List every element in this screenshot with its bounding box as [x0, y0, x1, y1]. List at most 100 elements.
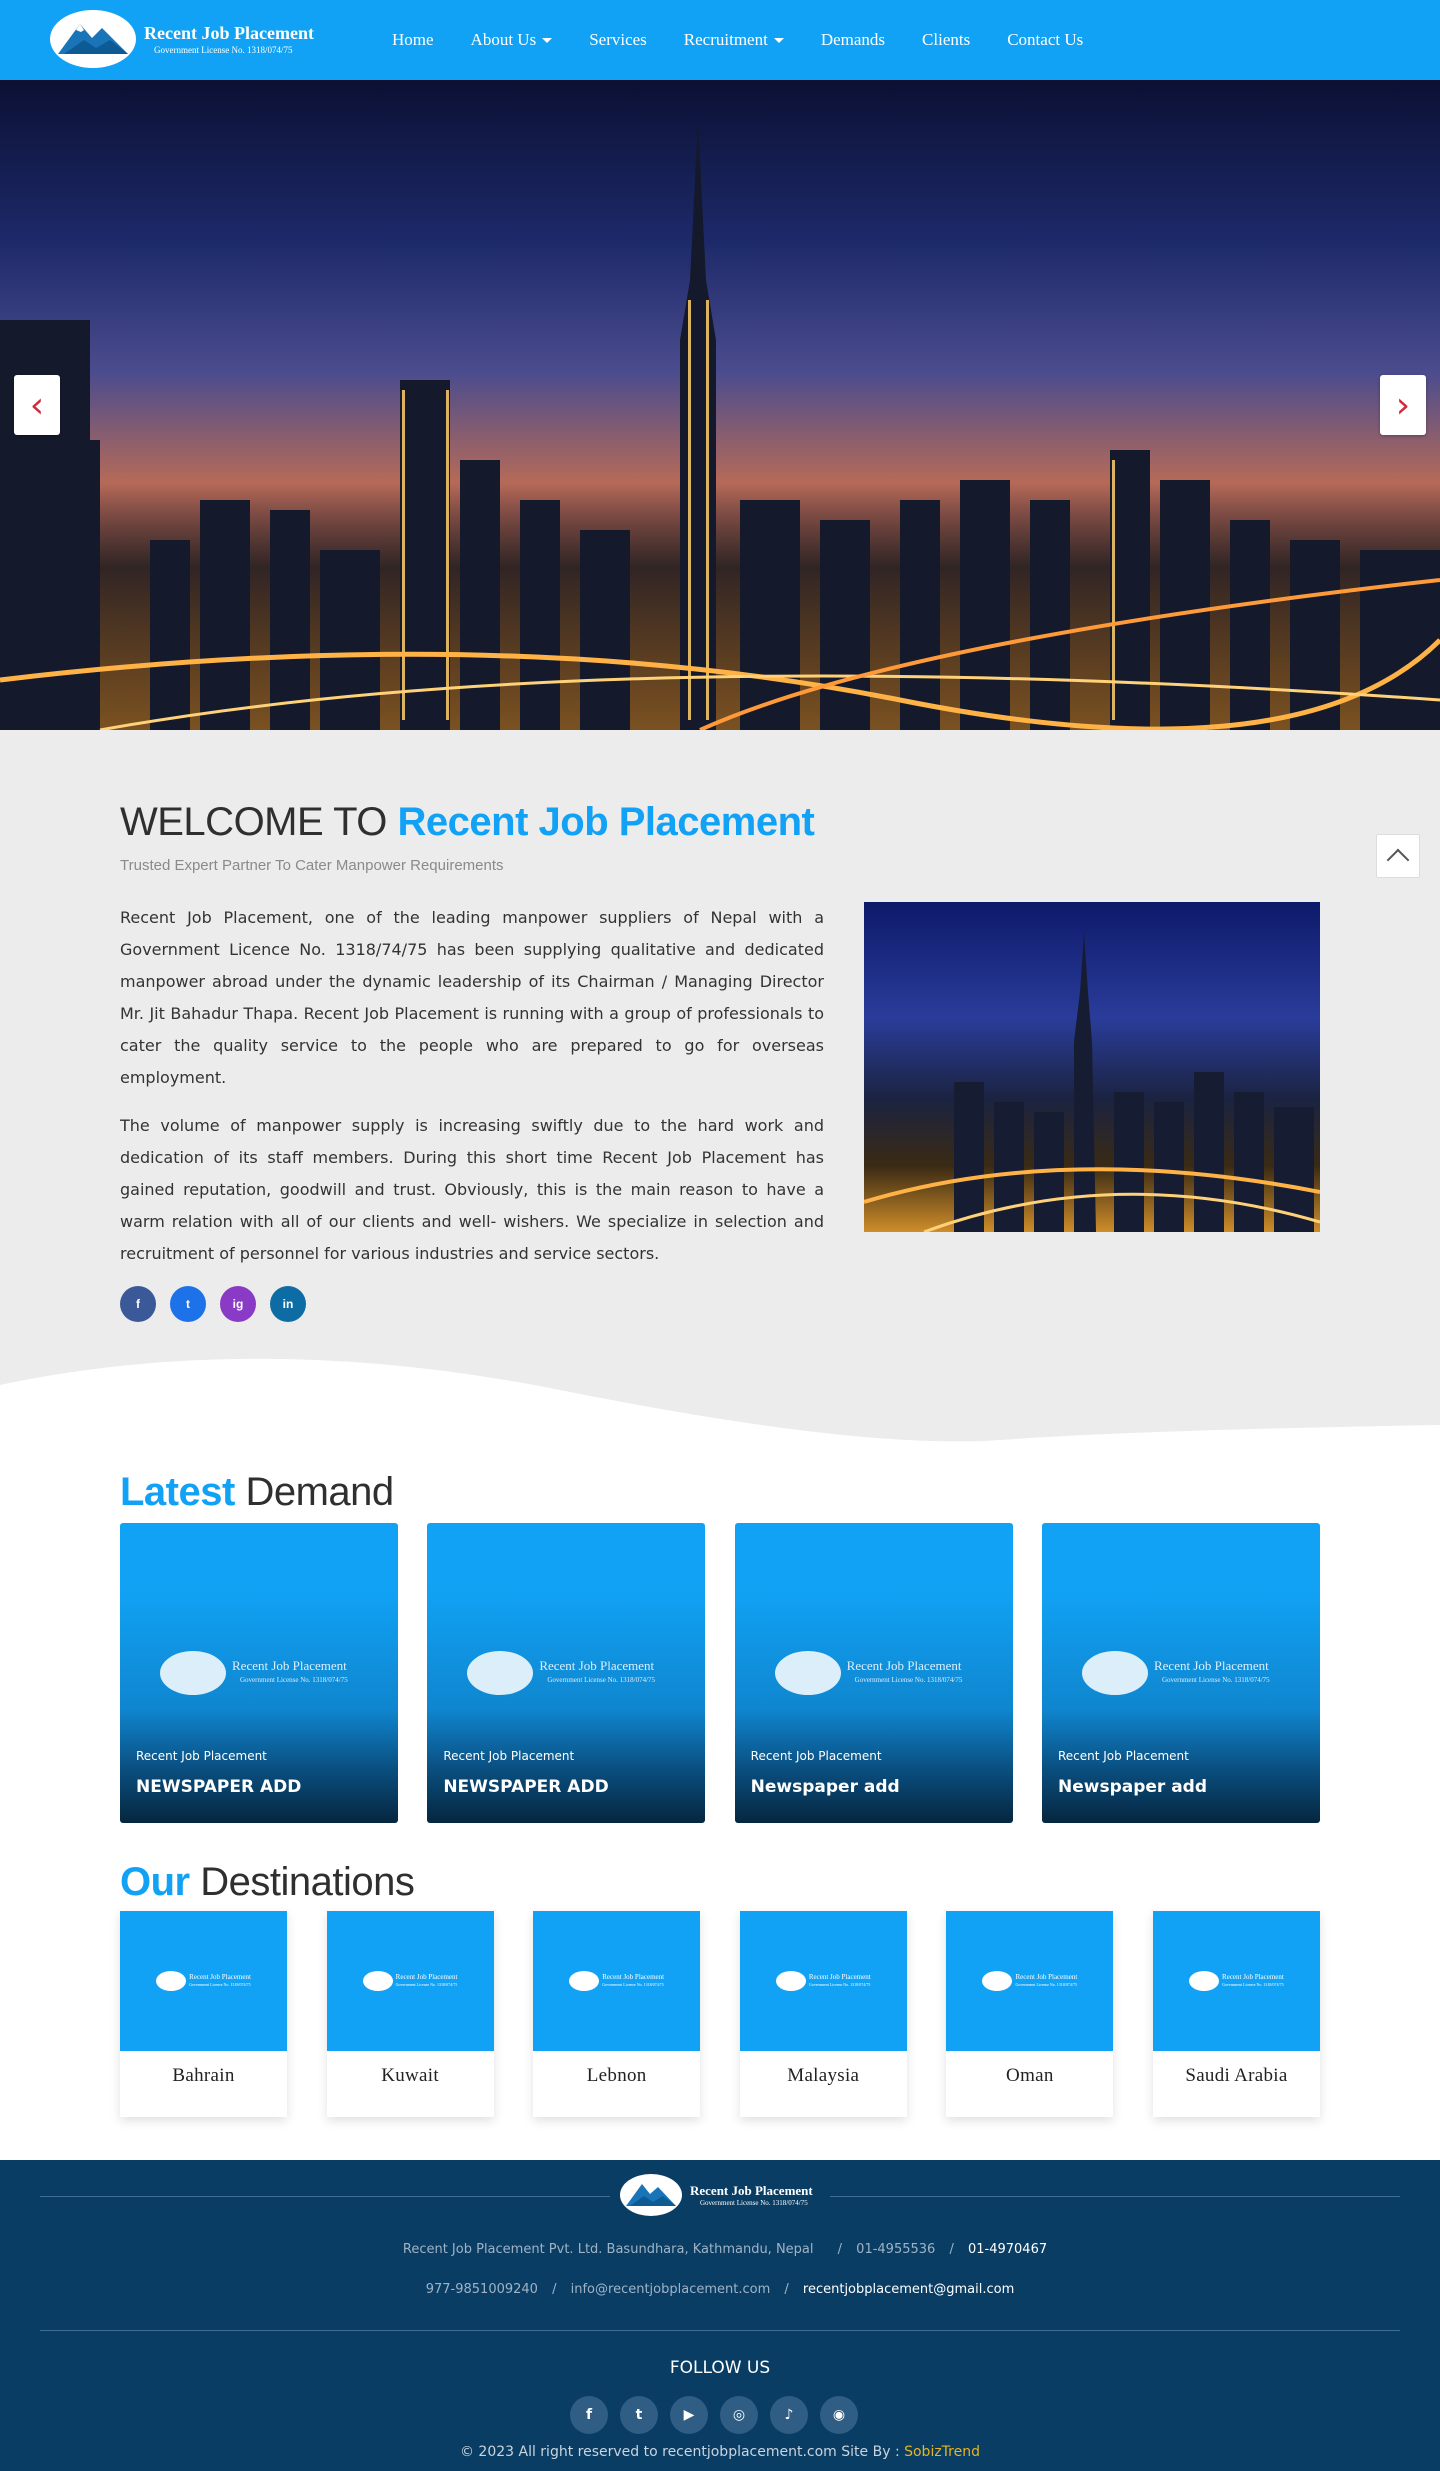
footer-contact-row: 977-9851009240 / info@recentjobplacement…: [0, 2282, 1440, 2297]
demand-card[interactable]: Recent Job Placement Government License N…: [427, 1523, 706, 1823]
facebook-icon[interactable]: f: [120, 1286, 156, 1322]
hero-city-image: [0, 120, 1440, 730]
welcome-tagline: Trusted Expert Partner To Cater Manpower…: [120, 857, 504, 874]
destination-card[interactable]: Recent Job Placement Government License N…: [946, 1911, 1114, 2117]
separator: /: [837, 2242, 843, 2257]
mountain-logo-icon: [50, 10, 136, 68]
brand-logo-link[interactable]: Recent Job Placement Government License …: [50, 10, 314, 68]
demand-title: Newspaper add: [1057, 1777, 1208, 1797]
footer-email-2[interactable]: recentjobplacement@gmail.com: [803, 2282, 1014, 2297]
latest-demand-section: Latest Demand Recent Job Placement Govern…: [0, 1470, 1440, 1870]
dest-logo-title: Recent Job Placement: [189, 1973, 251, 1981]
footer-brand-license: Government License No. 1318/074/75: [700, 2198, 808, 2207]
footer-brand-title: Recent Job Placement: [690, 2182, 813, 2198]
footer-divider: [830, 2196, 1400, 2197]
nav-contact-label: Contact Us: [1007, 30, 1084, 49]
instagram-icon[interactable]: ◎: [720, 2396, 758, 2434]
welcome-city-image: [864, 902, 1320, 1232]
hero-slider: ‹ ›: [0, 80, 1440, 730]
copyright-text: © 2023 All right reserved to recentjobpl…: [459, 2444, 900, 2460]
demand-company: Recent Job Placement: [443, 1749, 575, 1763]
demand-logo-license: Government License No. 1318/074/75: [547, 1676, 656, 1684]
caret-down-icon: [542, 37, 553, 43]
nav-services[interactable]: Services: [589, 30, 647, 50]
footer-phone-1[interactable]: 01-4955536: [856, 2242, 935, 2257]
footer-divider: [40, 2330, 1400, 2331]
back-to-top-button[interactable]: [1376, 834, 1420, 878]
chevron-up-icon: [1386, 848, 1410, 872]
footer-logo-link[interactable]: Recent Job Placement Government License …: [620, 2174, 813, 2216]
footer-contact-row: Recent Job Placement Pvt. Ltd. Basundhar…: [0, 2242, 1440, 2257]
demand-company: Recent Job Placement: [136, 1749, 267, 1763]
tiktok-icon[interactable]: ♪: [770, 2396, 808, 2434]
nav-contact-us[interactable]: Contact Us: [1007, 30, 1083, 50]
copyright-line: © 2023 All right reserved to recentjobpl…: [0, 2444, 1440, 2460]
nav-about-us[interactable]: About Us: [471, 30, 553, 50]
mountain-logo-icon: [467, 1651, 534, 1695]
youtube-icon[interactable]: ▶: [670, 2396, 708, 2434]
destination-card[interactable]: Recent Job Placement Government License N…: [533, 1911, 701, 2117]
destinations-section: Our Destinations Recent Job Placement Gov…: [0, 1860, 1440, 2160]
nav-home[interactable]: Home: [392, 30, 434, 50]
footer-social-links: f t ▶ ◎ ♪ ◉: [570, 2396, 870, 2434]
caret-down-icon: [773, 37, 784, 43]
nav-recruitment[interactable]: Recruitment: [684, 30, 784, 50]
nav-clients[interactable]: Clients: [922, 30, 970, 50]
dest-logo-license: Government License No. 1318/074/75: [808, 1982, 871, 1987]
facebook-icon[interactable]: f: [570, 2396, 608, 2434]
demand-logo-title: Recent Job Placement: [232, 1658, 347, 1673]
nav-demands[interactable]: Demands: [821, 30, 885, 50]
nav-about-label: About Us: [470, 30, 537, 49]
site-footer: Recent Job Placement Government License …: [0, 2160, 1440, 2471]
footer-mobile[interactable]: 977-9851009240: [426, 2282, 538, 2297]
twitter-icon[interactable]: t: [620, 2396, 658, 2434]
destination-name: Oman: [1006, 2065, 1054, 2086]
welcome-heading-prefix: WELCOME TO: [120, 800, 387, 844]
destination-card[interactable]: Recent Job Placement Government License N…: [326, 1911, 494, 2117]
instagram-icon[interactable]: ig: [220, 1286, 256, 1322]
latest-demand-heading: Latest Demand: [120, 1470, 1320, 1515]
destination-card[interactable]: Recent Job Placement Government License N…: [739, 1911, 907, 2117]
dest-logo-title: Recent Job Placement: [808, 1973, 871, 1981]
linkedin-icon[interactable]: in: [270, 1286, 306, 1322]
welcome-heading: WELCOME TO Recent Job Placement: [120, 800, 1320, 845]
footer-divider: [40, 2196, 610, 2197]
latest-demand-heading-rest: Demand: [245, 1470, 394, 1514]
brand-title: Recent Job Placement: [144, 23, 314, 43]
rss-icon[interactable]: ◉: [820, 2396, 858, 2434]
demand-logo-license: Government License No. 1318/074/75: [1161, 1676, 1270, 1684]
demand-company: Recent Job Placement: [1057, 1749, 1189, 1763]
site-by-link[interactable]: SobizTrend: [904, 2444, 980, 2460]
mountain-logo-icon: [156, 1971, 187, 1991]
twitter-icon[interactable]: t: [170, 1286, 206, 1322]
dest-logo-license: Government License No. 1318/074/75: [189, 1982, 251, 1987]
demand-card[interactable]: Recent Job Placement Government License N…: [734, 1523, 1013, 1823]
slider-prev-button[interactable]: ‹: [14, 375, 60, 435]
demand-logo-title: Recent Job Placement: [846, 1658, 962, 1673]
separator: /: [552, 2282, 557, 2297]
demand-card[interactable]: Recent Job Placement Government License N…: [120, 1523, 398, 1823]
destination-card[interactable]: Recent Job Placement Government License N…: [1152, 1911, 1320, 2117]
separator: /: [949, 2242, 954, 2257]
destination-name: Bahrain: [172, 2065, 235, 2086]
destination-name: Malaysia: [787, 2065, 860, 2086]
footer-phone-2[interactable]: 01-4970467: [968, 2242, 1047, 2257]
demand-logo-license: Government License No. 1318/074/75: [240, 1676, 348, 1684]
demand-logo-title: Recent Job Placement: [539, 1658, 655, 1673]
destination-card[interactable]: Recent Job Placement Government License N…: [120, 1911, 287, 2117]
destination-name: Saudi Arabia: [1185, 2065, 1288, 2086]
welcome-paragraph: The volume of manpower supply is increas…: [120, 1116, 824, 1263]
mountain-logo-icon: [620, 2174, 682, 2216]
footer-email-1[interactable]: info@recentjobplacement.com: [571, 2282, 771, 2297]
main-menu: Home About Us Services Recruitment Deman…: [392, 0, 1120, 80]
welcome-heading-accent: Recent Job Placement: [397, 800, 815, 844]
dest-logo-title: Recent Job Placement: [1222, 1973, 1284, 1981]
demand-company: Recent Job Placement: [750, 1749, 882, 1763]
slider-next-button[interactable]: ›: [1380, 375, 1426, 435]
demand-logo-license: Government License No. 1318/074/75: [854, 1676, 963, 1684]
demand-card[interactable]: Recent Job Placement Government License N…: [1041, 1523, 1320, 1823]
dest-logo-license: Government License No. 1318/074/75: [395, 1982, 458, 1987]
dest-logo-license: Government License No. 1318/074/75: [1222, 1982, 1284, 1987]
mountain-logo-icon: [774, 1651, 841, 1695]
welcome-section: WELCOME TO Recent Job Placement Trusted …: [0, 730, 1440, 1460]
